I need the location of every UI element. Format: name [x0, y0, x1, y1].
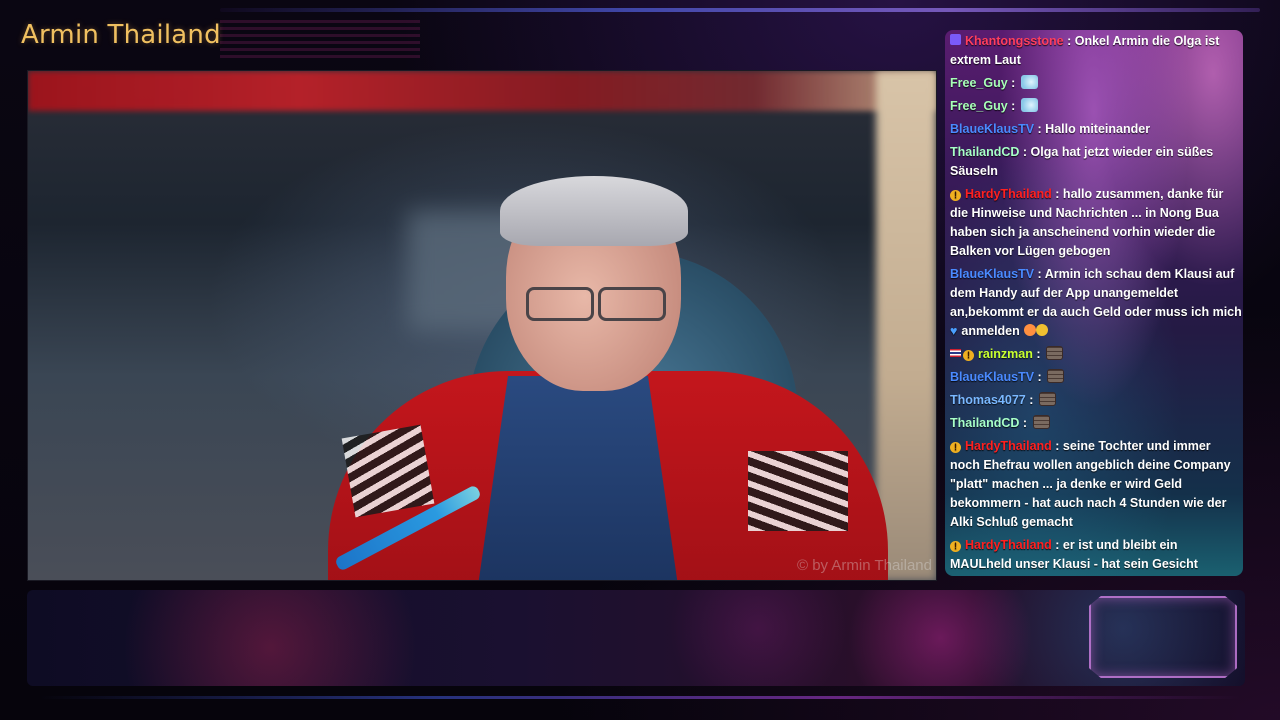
- chat-message-list[interactable]: Khantongsstone : Onkel Armin die Olga is…: [950, 30, 1242, 576]
- jacket-stripes-right: [748, 451, 848, 531]
- glasses-lens-left: [526, 287, 594, 321]
- chat-message: Free_Guy :: [950, 95, 1242, 118]
- chat-username[interactable]: BlaueKlausTV: [950, 370, 1034, 384]
- twitch-badge-icon: [950, 34, 961, 45]
- chat-username[interactable]: HardyThailand: [965, 187, 1052, 201]
- sub-badge-icon: !: [963, 350, 974, 361]
- heart-eyes-emoji-icon: [1023, 324, 1036, 336]
- ghost-emote-icon: [1020, 98, 1038, 112]
- chat-message: ThailandCD : Olga hat jetzt wieder ein s…: [950, 141, 1242, 183]
- chat-username[interactable]: ThailandCD: [950, 416, 1019, 430]
- webcam-video: © by Armin Thailand: [27, 70, 937, 581]
- background-wall: [876, 71, 936, 580]
- video-watermark: © by Armin Thailand: [796, 557, 932, 574]
- chat-username[interactable]: BlaueKlausTV: [950, 267, 1034, 281]
- chat-message: ! rainzman :: [950, 343, 1242, 366]
- chat-message: BlaueKlausTV :: [950, 366, 1242, 389]
- chat-message-text: : Hallo miteinander: [1034, 122, 1151, 136]
- chat-username[interactable]: rainzman: [978, 347, 1033, 361]
- sub-badge-icon: !: [950, 541, 961, 552]
- stream-title: Armin Thailand: [21, 20, 221, 50]
- chat-message-text: :: [1034, 370, 1046, 384]
- chat-message-text: :: [1007, 99, 1019, 113]
- glasses: [506, 287, 671, 323]
- jacket-stripes-left: [341, 424, 435, 518]
- brick-emote-icon: [1046, 346, 1063, 360]
- person-shirt: [478, 376, 678, 580]
- chat-message: BlaueKlausTV : Hallo miteinander: [950, 118, 1242, 141]
- bottom-banner: [27, 590, 1245, 686]
- title-decoration: [220, 20, 420, 60]
- chat-message: Free_Guy :: [950, 72, 1242, 95]
- person-hair: [500, 176, 688, 246]
- chat-message-text: :: [1032, 347, 1044, 361]
- chat-message-text: :: [1007, 76, 1019, 90]
- chat-message: BlaueKlausTV : Armin ich schau dem Klaus…: [950, 263, 1242, 343]
- top-decoration-line: [220, 8, 1260, 12]
- brick-emote-icon: [1032, 415, 1050, 429]
- chat-username[interactable]: Khantongsstone: [965, 34, 1064, 48]
- chat-username[interactable]: HardyThailand: [965, 538, 1052, 552]
- sub-badge-icon: !: [950, 190, 961, 201]
- glasses-lens-right: [598, 287, 666, 321]
- chat-message: ! HardyThailand : er ist und bleibt ein M…: [950, 534, 1242, 576]
- chat-message: ThailandCD :: [950, 412, 1242, 435]
- chat-message-text: :: [1025, 393, 1037, 407]
- stream-overlay-frame: Armin Thailand © by Armin Thailand Khant…: [0, 0, 1280, 720]
- chat-message: ! HardyThailand : seine Tochter und immer…: [950, 435, 1242, 534]
- chat-panel[interactable]: Khantongsstone : Onkel Armin die Olga is…: [945, 30, 1243, 576]
- chat-username[interactable]: Thomas4077: [950, 393, 1026, 407]
- brick-emote-icon: [1038, 392, 1056, 406]
- chat-message-text: :: [1019, 416, 1031, 430]
- chat-username[interactable]: Free_Guy: [950, 99, 1008, 113]
- chat-username[interactable]: HardyThailand: [965, 439, 1052, 453]
- background-red-banner: [28, 71, 936, 111]
- blue-heart-emoji-icon: ♥: [950, 324, 958, 338]
- sub-badge-icon: !: [950, 442, 961, 453]
- chat-username[interactable]: Free_Guy: [950, 76, 1008, 90]
- smile-emoji-icon: [1035, 324, 1048, 336]
- ghost-emote-icon: [1020, 75, 1038, 89]
- chat-message: Khantongsstone : Onkel Armin die Olga is…: [950, 30, 1242, 72]
- brick-emote-icon: [1047, 369, 1065, 383]
- chat-username[interactable]: BlaueKlausTV: [950, 122, 1034, 136]
- thai-flag-icon: [950, 349, 961, 357]
- chat-message: Thomas4077 :: [950, 389, 1242, 412]
- bottom-decoration-line: [40, 696, 1240, 699]
- bottom-frame-box: [1089, 596, 1237, 678]
- chat-username[interactable]: ThailandCD: [950, 145, 1019, 159]
- chat-message: ! HardyThailand : hallo zusammen, danke f…: [950, 183, 1242, 263]
